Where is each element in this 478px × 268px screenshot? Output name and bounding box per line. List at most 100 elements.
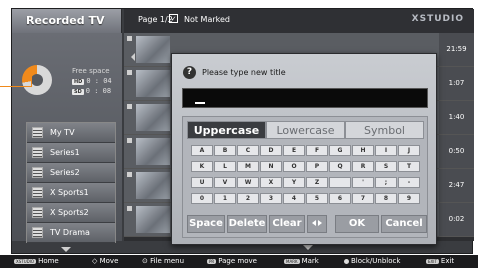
key-button[interactable]: T bbox=[398, 161, 420, 172]
hd-value: 0 : 04 bbox=[86, 77, 112, 85]
key-button[interactable]: S bbox=[375, 161, 397, 172]
category-item-series1[interactable]: Series1 bbox=[27, 143, 115, 163]
footer-page-move: PR Page move bbox=[207, 257, 257, 265]
list-scroll-down-icon[interactable] bbox=[303, 245, 313, 250]
brand-logo: XSTUDIO bbox=[411, 14, 464, 24]
category-item-tv-drama[interactable]: TV Drama bbox=[27, 223, 115, 243]
key-button[interactable]: 0 bbox=[191, 193, 213, 204]
category-label: TV Drama bbox=[50, 228, 90, 237]
category-label: Series2 bbox=[50, 168, 80, 177]
mark-box bbox=[127, 138, 132, 143]
move-arrows-icon: ◇ bbox=[92, 257, 100, 265]
key-button[interactable]: 8 bbox=[375, 193, 397, 204]
arrow-right-icon[interactable] bbox=[318, 220, 322, 226]
key-button[interactable]: K bbox=[191, 161, 213, 172]
category-scroll-down-icon[interactable] bbox=[61, 247, 71, 252]
thumbnail bbox=[136, 138, 170, 165]
clear-button[interactable]: Clear bbox=[269, 215, 305, 233]
key-button[interactable]: D bbox=[260, 145, 282, 156]
key-button[interactable]: - bbox=[398, 177, 420, 188]
key-button[interactable]: Y bbox=[283, 177, 305, 188]
accent-line-vertical bbox=[31, 74, 32, 87]
folder-icon bbox=[32, 147, 43, 158]
mark-box bbox=[127, 206, 132, 211]
mark-box bbox=[127, 70, 132, 75]
key-button[interactable]: U bbox=[191, 177, 213, 188]
key-button[interactable]: F bbox=[306, 145, 328, 156]
ok-button[interactable]: OK bbox=[335, 215, 379, 233]
exit-label: Exit bbox=[440, 257, 455, 265]
checkbox-icon[interactable]: ✓ bbox=[169, 14, 178, 23]
key-button[interactable]: 5 bbox=[306, 193, 328, 204]
thumbnail bbox=[136, 36, 170, 63]
folder-icon bbox=[32, 167, 43, 178]
footer-home: XSTUDIO Home bbox=[14, 257, 59, 265]
key-button[interactable]: R bbox=[352, 161, 374, 172]
key-button[interactable]: B bbox=[214, 145, 236, 156]
key-button[interactable]: M bbox=[237, 161, 259, 172]
key-button[interactable]: O bbox=[283, 161, 305, 172]
tab-symbol[interactable]: Symbol bbox=[345, 121, 424, 139]
cancel-button[interactable]: Cancel bbox=[381, 215, 427, 233]
category-label: My TV bbox=[50, 128, 75, 137]
key-button[interactable]: 1 bbox=[214, 193, 236, 204]
key-button[interactable]: H bbox=[352, 145, 374, 156]
list-left-arrow-icon[interactable] bbox=[131, 53, 135, 61]
hd-tag: HD bbox=[72, 79, 85, 85]
key-button[interactable]: I bbox=[375, 145, 397, 156]
move-label: Move bbox=[99, 257, 119, 265]
key-button[interactable]: Z bbox=[306, 177, 328, 188]
category-item-series2[interactable]: Series2 bbox=[27, 163, 115, 183]
key-button[interactable]: W bbox=[237, 177, 259, 188]
recording-duration: 21:59 bbox=[439, 33, 474, 66]
tab-uppercase[interactable]: Uppercase bbox=[187, 121, 266, 139]
key-button[interactable]: 3 bbox=[260, 193, 282, 204]
category-label: X Sports1 bbox=[50, 188, 89, 197]
screen: Recorded TV Free space HD 0 : 04 SD 0 : 08… bbox=[0, 0, 478, 268]
key-button[interactable]: ' bbox=[352, 177, 374, 188]
key-button[interactable]: G bbox=[329, 145, 351, 156]
folder-icon bbox=[32, 187, 43, 198]
key-button[interactable]: L bbox=[214, 161, 236, 172]
page-title: Recorded TV bbox=[26, 14, 105, 27]
keyboard-actions: Space Delete Clear OK Cancel bbox=[187, 215, 427, 233]
key-button[interactable]: 6 bbox=[329, 193, 351, 204]
key-button[interactable]: 4 bbox=[283, 193, 305, 204]
category-item-x-sports1[interactable]: X Sports1 bbox=[27, 183, 115, 203]
key-button[interactable]: C bbox=[237, 145, 259, 156]
key-button[interactable]: 2 bbox=[237, 193, 259, 204]
key-button[interactable]: A bbox=[191, 145, 213, 156]
arrow-left-icon[interactable] bbox=[312, 220, 316, 226]
key-button[interactable]: J bbox=[398, 145, 420, 156]
category-item-my-tv[interactable]: My TV bbox=[27, 123, 115, 143]
footer-file-menu: ⊙ File menu bbox=[142, 257, 184, 265]
accent-line bbox=[0, 86, 32, 87]
key-button[interactable]: 9 bbox=[398, 193, 420, 204]
page-move-label: Page move bbox=[218, 257, 257, 265]
category-item-x-sports2[interactable]: X Sports2 bbox=[27, 203, 115, 223]
key-button[interactable]: P bbox=[306, 161, 328, 172]
title-input[interactable] bbox=[182, 88, 428, 108]
category-list: My TV Series1 Series2 X Sports1 X Sports… bbox=[26, 122, 116, 243]
space-button[interactable]: Space bbox=[187, 215, 225, 233]
thumbnail bbox=[136, 104, 170, 131]
mark-label: Mark bbox=[301, 257, 319, 265]
disk-usage-icon bbox=[22, 65, 52, 95]
key-button[interactable]: ; bbox=[375, 177, 397, 188]
key-button[interactable]: X bbox=[260, 177, 282, 188]
footer-move: ◇ Move bbox=[92, 257, 118, 265]
key-button[interactable]: E bbox=[283, 145, 305, 156]
key-button[interactable]: N bbox=[260, 161, 282, 172]
tab-lowercase[interactable]: Lowercase bbox=[266, 121, 345, 139]
key-button[interactable]: 7 bbox=[352, 193, 374, 204]
cursor-arrow-buttons[interactable] bbox=[307, 215, 327, 233]
key-button[interactable]: V bbox=[214, 177, 236, 188]
file-menu-label: File menu bbox=[150, 257, 185, 265]
footer-exit: EXIT Exit bbox=[426, 257, 454, 265]
recording-duration: 1:40 bbox=[439, 101, 474, 134]
page-indicator: Page 1/2 bbox=[138, 15, 173, 24]
key-button[interactable]: Q bbox=[329, 161, 351, 172]
key-button[interactable] bbox=[329, 177, 351, 188]
delete-button[interactable]: Delete bbox=[227, 215, 267, 233]
thumbnail bbox=[136, 172, 170, 199]
